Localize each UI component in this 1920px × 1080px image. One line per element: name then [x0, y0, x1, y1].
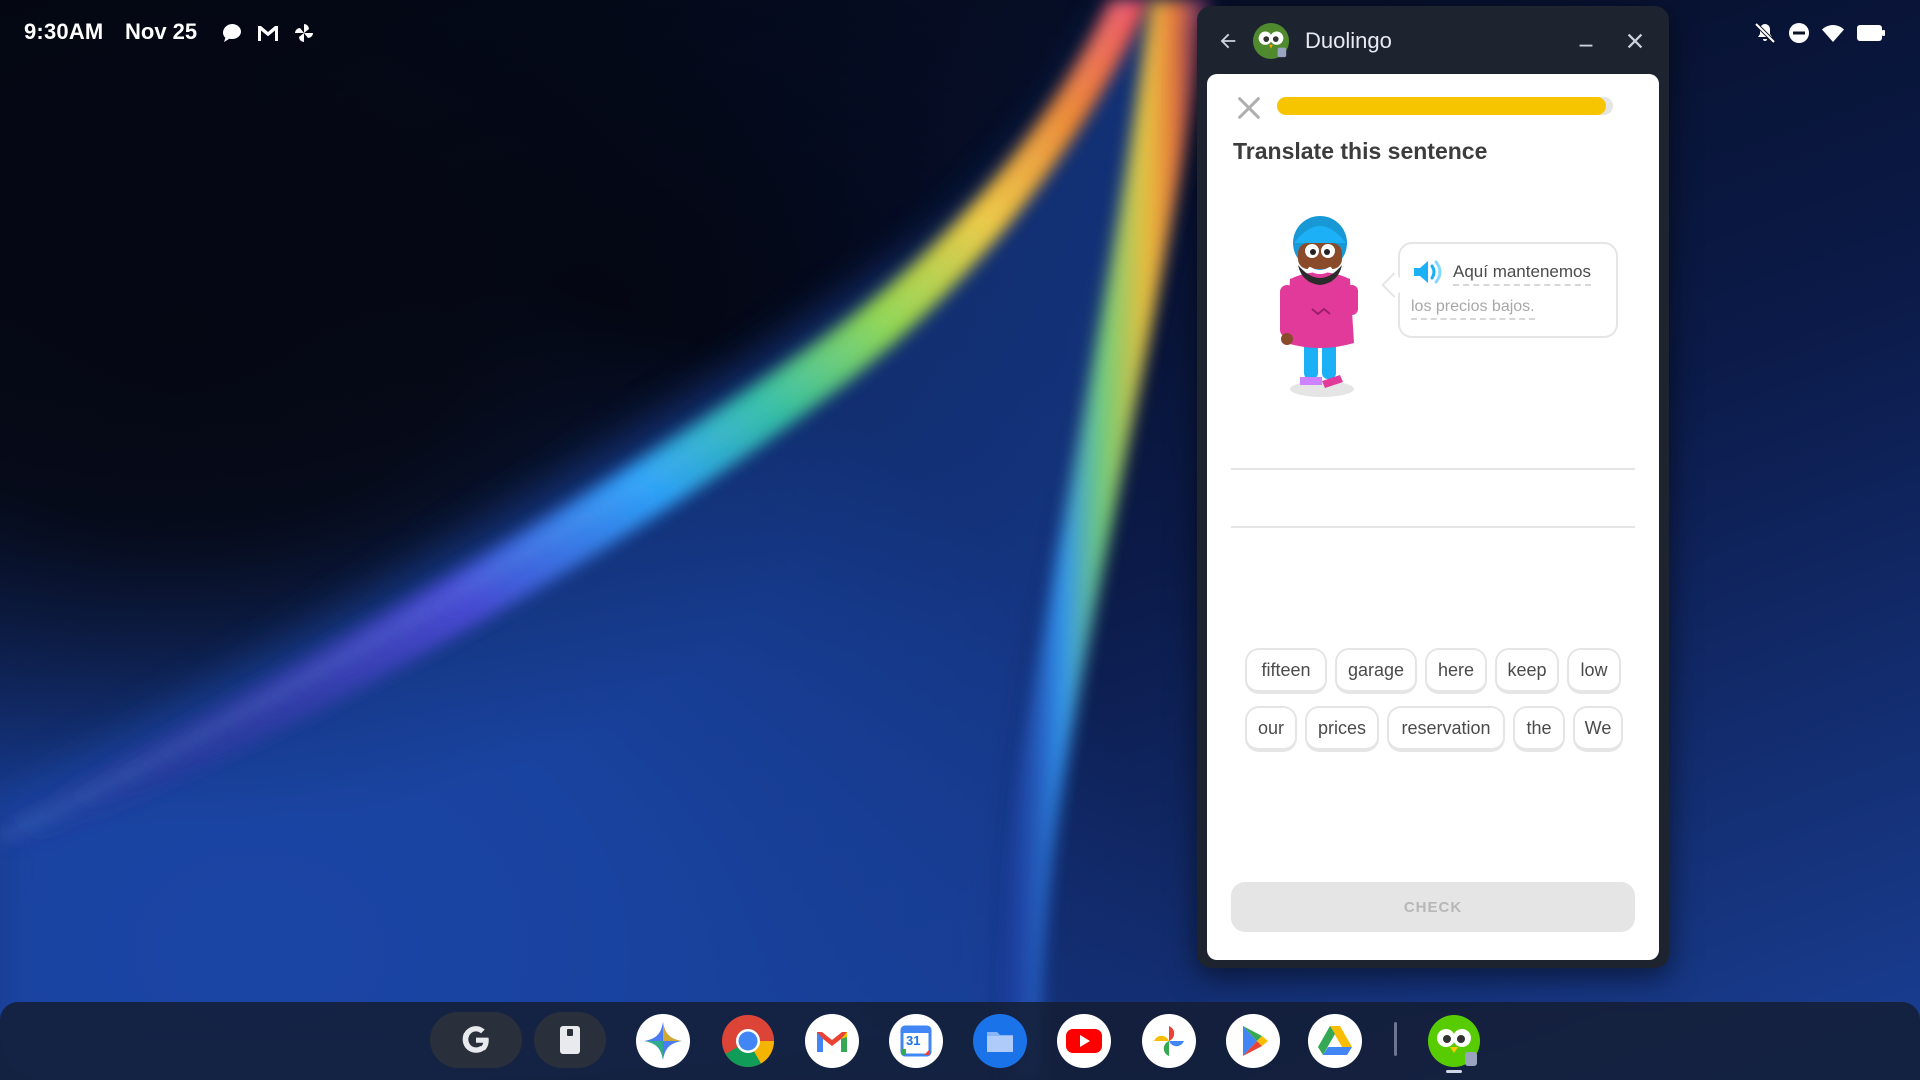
lesson-close-icon[interactable]	[1231, 90, 1267, 126]
running-indicator	[1446, 1070, 1462, 1073]
youtube-app-icon[interactable]	[1057, 1014, 1111, 1068]
play-store-app-icon[interactable]	[1226, 1014, 1280, 1068]
gemini-app-icon[interactable]	[636, 1014, 690, 1068]
duolingo-shelf-icon[interactable]	[1427, 1014, 1481, 1068]
word-chip-our[interactable]: our	[1245, 706, 1297, 752]
word-chip-low[interactable]: low	[1567, 648, 1621, 694]
drive-app-icon[interactable]	[1308, 1014, 1362, 1068]
duolingo-window: Duolingo Translate this sentence Aquí ma…	[1197, 6, 1669, 968]
word-chip-keep[interactable]: keep	[1495, 648, 1559, 694]
gmail-icon[interactable]	[255, 20, 281, 46]
clipboard-button[interactable]	[534, 1012, 606, 1068]
word-chip-garage[interactable]: garage	[1335, 648, 1417, 694]
launcher-button[interactable]	[430, 1012, 522, 1068]
answer-line-2	[1231, 526, 1635, 528]
chrome-app-icon[interactable]	[721, 1014, 775, 1068]
shelf	[0, 1002, 1920, 1080]
notifications-off-icon[interactable]	[1752, 20, 1778, 46]
calendar-app-icon[interactable]: 31	[889, 1014, 943, 1068]
do-not-disturb-icon[interactable]	[1786, 20, 1812, 46]
speech-bubble	[1398, 242, 1618, 338]
battery-icon[interactable]	[1856, 20, 1886, 46]
minimize-icon[interactable]	[1569, 24, 1603, 58]
character-illustration	[1280, 216, 1358, 397]
word-chip-the[interactable]: the	[1513, 706, 1565, 752]
duolingo-app-icon	[1252, 22, 1290, 60]
prompt-heading: Translate this sentence	[1233, 138, 1488, 164]
speaker-icon[interactable]	[1411, 258, 1445, 286]
word-chip-prices[interactable]: prices	[1305, 706, 1379, 752]
calendar-day-label: 31	[906, 1033, 921, 1048]
answer-line-1	[1231, 468, 1635, 470]
lesson-progress-bar	[1277, 97, 1613, 115]
check-button[interactable]: CHECK	[1231, 882, 1635, 932]
shelf-divider	[1394, 1022, 1397, 1056]
sentence-line-1[interactable]: Aquí mantenemos	[1453, 262, 1591, 286]
clock-date[interactable]: Nov 25	[125, 19, 197, 45]
clipboard-icon	[560, 1026, 580, 1054]
word-chip-reservation[interactable]: reservation	[1387, 706, 1505, 752]
word-chip-fifteen[interactable]: fifteen	[1245, 648, 1327, 694]
back-arrow-icon[interactable]	[1211, 24, 1245, 58]
wifi-icon[interactable]	[1820, 20, 1846, 46]
photos-app-icon[interactable]	[1142, 1014, 1196, 1068]
word-chip-here[interactable]: here	[1425, 648, 1487, 694]
clock-time[interactable]: 9:30AM	[24, 19, 103, 45]
messages-icon[interactable]	[219, 20, 245, 46]
files-app-icon[interactable]	[973, 1014, 1027, 1068]
lesson-progress-fill	[1277, 97, 1607, 115]
window-title: Duolingo	[1305, 28, 1392, 53]
word-chip-we[interactable]: We	[1573, 706, 1623, 752]
window-close-icon[interactable]	[1618, 24, 1652, 58]
google-g-icon	[462, 1026, 489, 1053]
lesson-screen: Translate this sentence Aquí mantenemos …	[1207, 74, 1659, 960]
sentence-line-2[interactable]: los precios bajos.	[1411, 298, 1535, 320]
gmail-app-icon[interactable]	[805, 1014, 859, 1068]
pinwheel-icon[interactable]	[291, 20, 317, 46]
